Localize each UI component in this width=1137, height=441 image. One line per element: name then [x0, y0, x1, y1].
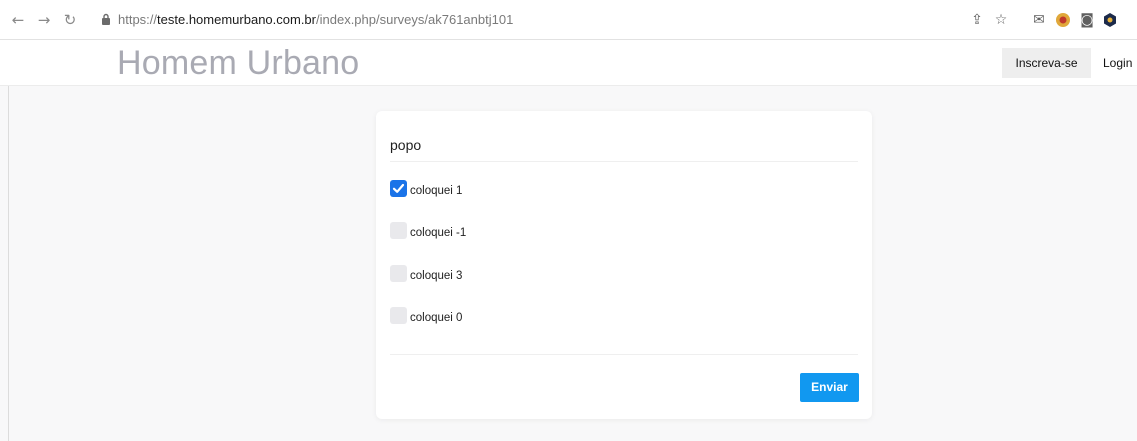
url-scheme: https://: [118, 12, 158, 27]
signup-button[interactable]: Inscreva-se: [1002, 48, 1091, 78]
reload-icon[interactable]: ↻: [62, 11, 78, 29]
hexagon-extension-icon[interactable]: [1102, 12, 1118, 28]
option-label: coloquei 0: [410, 312, 463, 324]
survey-card: popo coloquei 1 coloquei -1 coloquei 3 c…: [376, 111, 872, 419]
checkmark-icon: [392, 183, 405, 193]
address-bar-url[interactable]: https://teste.homemurbano.com.br/index.p…: [118, 12, 513, 28]
camera-icon[interactable]: ◙: [1079, 12, 1095, 28]
bookmark-star-icon[interactable]: ☆: [993, 12, 1009, 28]
option-checkbox-checked[interactable]: [390, 180, 407, 197]
url-host: teste.homemurbano.com.br: [157, 12, 316, 27]
login-link[interactable]: Login: [1103, 48, 1132, 78]
lock-icon: [102, 13, 110, 25]
card-divider: [390, 354, 858, 355]
survey-question: popo: [390, 137, 422, 153]
option-label: coloquei -1: [410, 227, 467, 239]
option-label: coloquei 1: [410, 185, 463, 197]
forward-arrow-icon[interactable]: →: [36, 11, 52, 29]
share-icon[interactable]: ⇪: [969, 12, 985, 28]
site-brand[interactable]: Homem Urbano: [117, 43, 359, 83]
extension-icon[interactable]: [1055, 12, 1071, 28]
option-label: coloquei 3: [410, 270, 463, 282]
submit-button[interactable]: Enviar: [800, 373, 859, 402]
back-arrow-icon[interactable]: ←: [10, 11, 26, 29]
browser-toolbar: ← → ↻ https://teste.homemurbano.com.br/i…: [0, 0, 1137, 40]
option-checkbox[interactable]: [390, 222, 407, 239]
card-divider: [390, 161, 858, 162]
page-edge-divider: [8, 86, 9, 441]
url-path: /index.php/surveys/ak761anbtj101: [316, 12, 514, 27]
option-checkbox[interactable]: [390, 265, 407, 282]
option-checkbox[interactable]: [390, 307, 407, 324]
mail-icon[interactable]: ✉: [1031, 12, 1047, 28]
site-header: Homem Urbano Inscreva-se Login: [0, 40, 1137, 86]
